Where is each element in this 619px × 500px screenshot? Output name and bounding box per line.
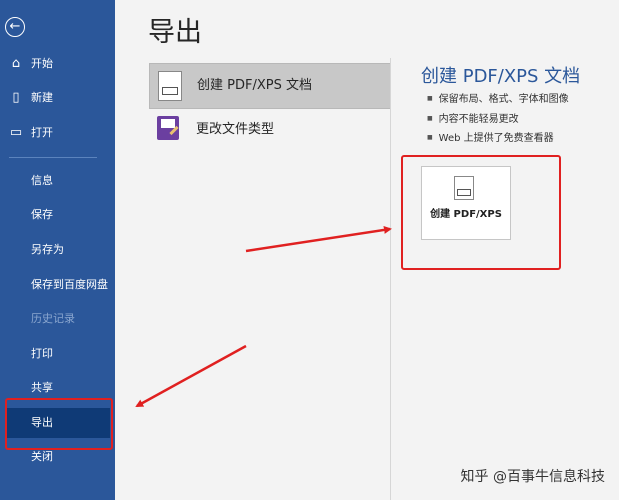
annotation-arrows (135, 225, 392, 408)
annotation-arrow (245, 225, 392, 253)
annotation-arrow (135, 344, 247, 408)
watermark: 知乎 @百事牛信息科技 (460, 469, 605, 485)
